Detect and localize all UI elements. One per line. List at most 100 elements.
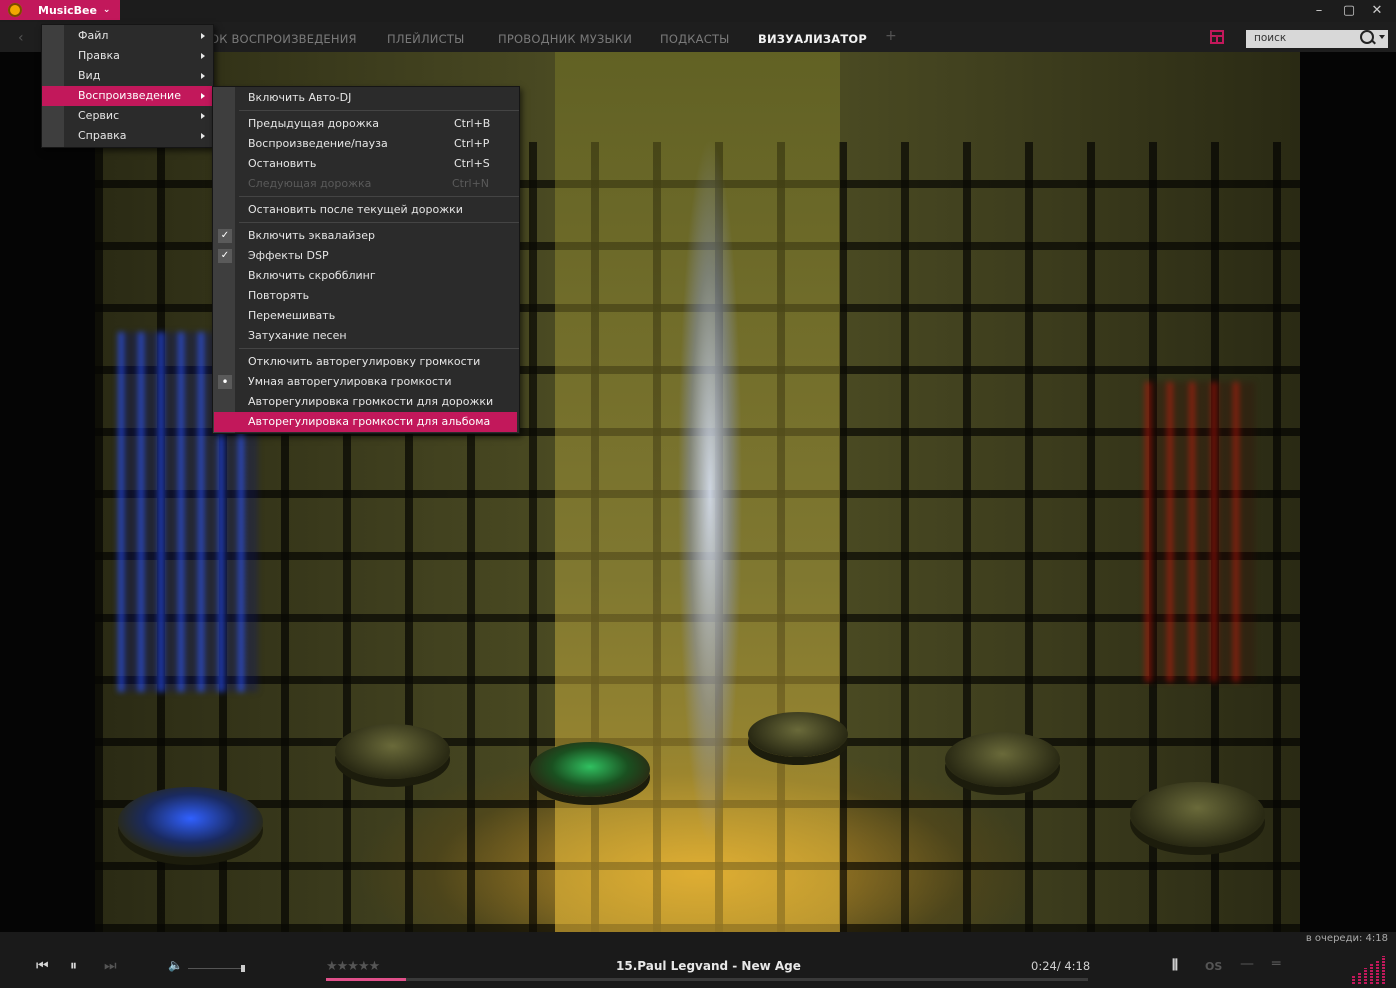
spectrum-bar <box>1364 968 1367 984</box>
menu-item-stop-after-current[interactable]: Остановить после текущей дорожки <box>213 200 519 220</box>
add-tab-button[interactable]: + <box>885 28 897 44</box>
menu-item-dsp-effects[interactable]: ✓ Эффекты DSP <box>213 246 519 266</box>
maximize-button[interactable]: ▢ <box>1336 2 1362 20</box>
visualizer-lightning <box>650 52 770 932</box>
menu-item-file[interactable]: Файл <box>42 26 213 46</box>
player-bar: ⏮ ⏸ ⏭ 🔈 ★★★★★ 15.Paul Legvand - New Age … <box>0 946 1396 988</box>
menu-item-previous-track[interactable]: Предыдущая дорожка Ctrl+B <box>213 114 519 134</box>
menu-item-auto-dj[interactable]: Включить Авто-DJ <box>213 88 519 108</box>
playback-submenu: Включить Авто-DJ Предыдущая дорожка Ctrl… <box>212 86 520 434</box>
menu-item-album-replaygain[interactable]: Авторегулировка громкости для альбома <box>214 412 517 432</box>
shuffle-icon[interactable]: — <box>1240 956 1254 972</box>
menu-separator <box>239 222 519 223</box>
tab-podcasts[interactable]: ПОДКАСТЫ <box>660 32 730 46</box>
submenu-arrow-icon <box>201 73 205 79</box>
visualizer-pad <box>1130 782 1265 847</box>
repeat-icon[interactable]: ═ <box>1272 956 1280 972</box>
volume-slider[interactable] <box>188 968 244 969</box>
minimize-button[interactable]: – <box>1306 2 1332 20</box>
menu-item-shuffle[interactable]: Перемешивать <box>213 306 519 326</box>
menu-item-tools[interactable]: Сервис <box>42 106 213 126</box>
chevron-down-icon: ⌄ <box>102 5 111 15</box>
search-dropdown-icon[interactable] <box>1379 35 1385 39</box>
menu-item-playback[interactable]: Воспроизведение <box>42 86 213 106</box>
previous-track-icon[interactable]: ⏮ <box>36 958 49 974</box>
search-input[interactable]: поиск <box>1246 30 1388 48</box>
visualizer-pad <box>530 742 650 797</box>
submenu-arrow-icon <box>201 113 205 119</box>
visualizer-pad <box>748 712 848 757</box>
app-menu-button[interactable]: MusicBee ⌄ <box>0 0 120 20</box>
progress-fill <box>326 978 406 981</box>
menu-item-label: Включить Авто-DJ <box>248 91 352 104</box>
tab-playlists[interactable]: ПЛЕЙЛИСТЫ <box>387 32 464 46</box>
visualizer-pad <box>335 724 450 779</box>
check-icon: ✓ <box>218 249 232 263</box>
spectrum-bar <box>1352 976 1355 984</box>
menu-item-scrobbling[interactable]: Включить скробблинг <box>213 266 519 286</box>
menu-item-label: Следующая дорожка <box>248 177 372 190</box>
menu-item-label: Включить эквалайзер <box>248 229 375 242</box>
menu-item-label: Остановить после текущей дорожки <box>248 203 463 216</box>
scrobble-icon[interactable]: OS <box>1205 960 1222 973</box>
menu-item-label: Умная авторегулировка громкости <box>248 375 452 388</box>
spectrum-meter-icon <box>1352 954 1388 984</box>
back-arrow-icon[interactable]: ‹ <box>18 30 24 46</box>
menu-item-equalizer[interactable]: ✓ Включить эквалайзер <box>213 226 519 246</box>
submenu-arrow-icon <box>201 133 205 139</box>
menu-item-track-replaygain[interactable]: Авторегулировка громкости для дорожки <box>213 392 519 412</box>
menu-separator <box>239 196 519 197</box>
menu-item-shortcut: Ctrl+N <box>452 177 490 190</box>
visualizer-red-beam <box>1145 382 1255 682</box>
menu-item-label: Сервис <box>78 109 120 122</box>
menu-item-shortcut: Ctrl+S <box>454 157 490 170</box>
visualizer-pad <box>118 787 263 857</box>
menu-item-label: Остановить <box>248 157 317 170</box>
menu-item-shortcut: Ctrl+P <box>454 137 490 150</box>
tab-visualizer[interactable]: ВИЗУАЛИЗАТОР <box>758 32 867 46</box>
menu-item-label: Правка <box>78 49 120 62</box>
app-name: MusicBee <box>38 3 97 17</box>
visualizer-pad <box>945 732 1060 787</box>
status-line: в очереди: 4:18 <box>0 932 1396 946</box>
next-track-icon[interactable]: ⏭ <box>104 958 117 974</box>
playback-time: 0:24/ 4:18 <box>1031 959 1091 973</box>
menu-item-label: Вид <box>78 69 101 82</box>
check-icon: ✓ <box>218 229 232 243</box>
menu-item-play-pause[interactable]: Воспроизведение/пауза Ctrl+P <box>213 134 519 154</box>
close-button[interactable]: ✕ <box>1364 2 1390 20</box>
menu-item-help[interactable]: Справка <box>42 126 213 146</box>
menu-item-edit[interactable]: Правка <box>42 46 213 66</box>
menu-item-label: Воспроизведение <box>78 89 181 102</box>
menu-item-label: Перемешивать <box>248 309 336 322</box>
submenu-arrow-icon <box>201 93 205 99</box>
menu-item-repeat[interactable]: Повторять <box>213 286 519 306</box>
menu-item-label: Справка <box>78 129 127 142</box>
menu-item-disable-replaygain[interactable]: Отключить авторегулировку громкости <box>213 352 519 372</box>
search-text: поиск <box>1254 32 1287 44</box>
search-icon[interactable] <box>1360 30 1374 44</box>
menu-item-label: Включить скробблинг <box>248 269 376 282</box>
menu-item-smart-replaygain[interactable]: • Умная авторегулировка громкости <box>213 372 519 392</box>
tab-now-playing[interactable]: ОК ВОСПРОИЗВЕДЕНИЯ <box>210 32 357 46</box>
rating-stars[interactable]: ★★★★★ <box>326 959 380 974</box>
menu-item-stop[interactable]: Остановить Ctrl+S <box>213 154 519 174</box>
equalizer-icon[interactable]: ⫼ <box>1172 958 1178 973</box>
volume-slider-knob[interactable] <box>241 965 245 972</box>
menu-item-label: Отключить авторегулировку громкости <box>248 355 481 368</box>
progress-bar[interactable] <box>326 978 1088 981</box>
menu-item-label: Затухание песен <box>248 329 347 342</box>
tab-music-explorer[interactable]: ПРОВОДНИК МУЗЫКИ <box>498 32 632 46</box>
submenu-arrow-icon <box>201 53 205 59</box>
pause-icon[interactable]: ⏸ <box>70 958 77 974</box>
volume-icon[interactable]: 🔈 <box>168 958 183 972</box>
menu-item-view[interactable]: Вид <box>42 66 213 86</box>
now-playing-title: 15.Paul Legvand - New Age <box>616 959 801 973</box>
menu-item-crossfade[interactable]: Затухание песен <box>213 326 519 346</box>
menu-item-label: Эффекты DSP <box>248 249 329 262</box>
spectrum-bar <box>1370 964 1373 984</box>
menu-item-label: Авторегулировка громкости для дорожки <box>248 395 494 408</box>
menu-item-shortcut: Ctrl+B <box>454 117 491 130</box>
title-bar: MusicBee ⌄ – ▢ ✕ <box>0 0 1396 22</box>
layout-icon[interactable] <box>1210 30 1224 44</box>
